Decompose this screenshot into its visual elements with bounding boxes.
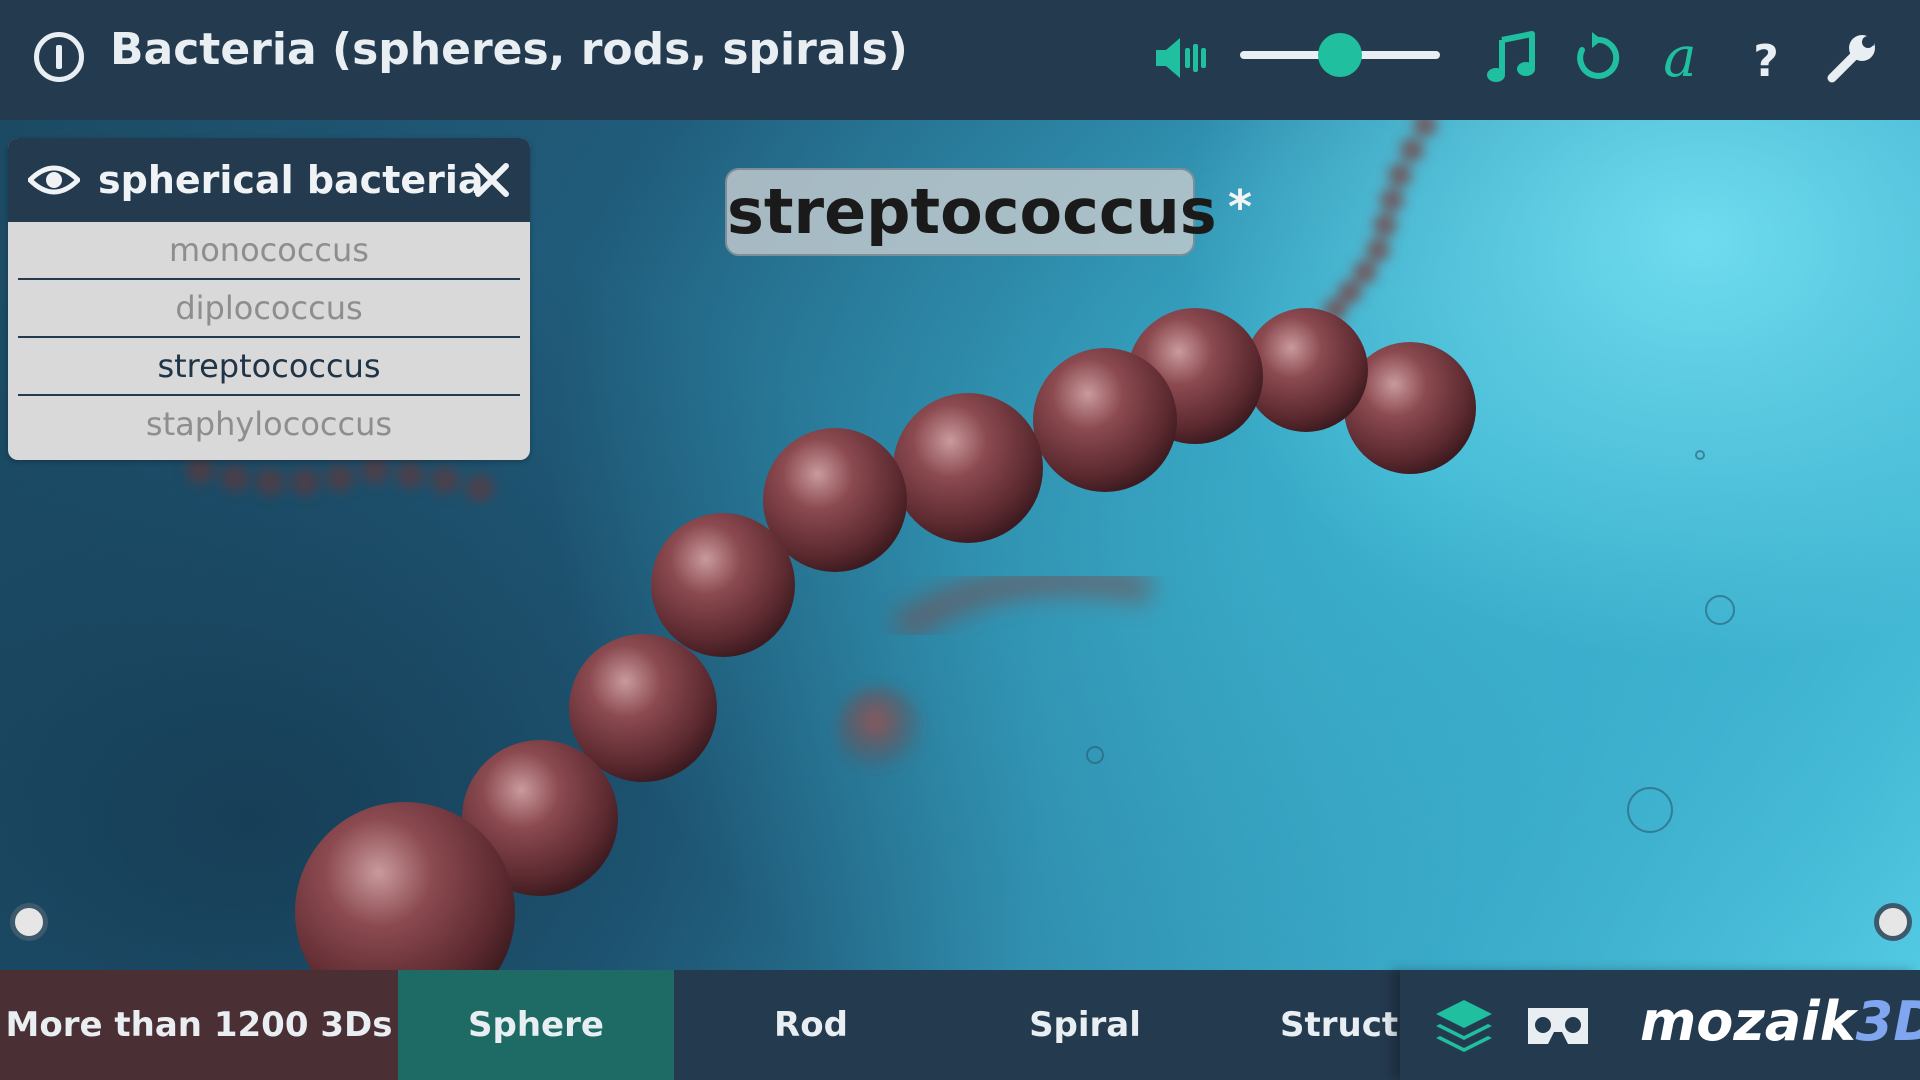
panel-item-staphylococcus[interactable]: staphylococcus [18,396,520,452]
left-handle-dot[interactable] [10,903,48,941]
bacteria-type-panel: spherical bacteria monococcus diplococcu… [8,138,530,460]
brand-accent: 3D [1855,990,1920,1053]
power-icon[interactable] [34,32,84,82]
panel-item-diplococcus[interactable]: diplococcus [18,280,520,338]
svg-text:a: a [1663,30,1696,86]
eye-icon[interactable] [28,156,80,204]
volume-slider-knob[interactable] [1318,33,1362,77]
replay-icon[interactable] [1568,30,1624,86]
background-chain-left [186,456,494,502]
model-label-text: streptococcus [727,175,1217,248]
model-label[interactable]: streptococcus [725,168,1217,256]
mozaik3d-logo: mozaik3D [1640,990,1920,1053]
right-handle-dot[interactable] [1874,903,1912,941]
wrench-icon[interactable] [1824,30,1880,86]
panel-item-streptococcus[interactable]: streptococcus [18,338,520,396]
app-title: Bacteria (spheres, rods, spirals) [110,24,908,75]
tab-rod[interactable]: Rod [674,970,948,1080]
help-icon[interactable]: ? [1738,30,1794,86]
label-marker[interactable]: * [1228,180,1252,234]
panel-list: monococcus diplococcus streptococcus sta… [8,222,530,452]
panel-item-monococcus[interactable]: monococcus [18,222,520,280]
more-3ds-button[interactable]: More than 1200 3Ds [0,970,398,1080]
top-bar: Bacteria (spheres, rods, spirals) a ? [0,0,1920,120]
volume-icon[interactable] [1152,30,1208,86]
tab-spiral[interactable]: Spiral [948,970,1222,1080]
brand-main: mozaik [1640,990,1856,1053]
tab-sphere[interactable]: Sphere [398,970,674,1080]
background-rod-bacterium [891,566,1153,643]
layers-icon[interactable] [1432,998,1496,1058]
bottom-bar: More than 1200 3Ds Sphere Rod Spiral Str… [0,970,1920,1080]
svg-text:?: ? [1753,36,1779,86]
panel-header: spherical bacteria [8,138,530,222]
tab-structure[interactable]: Structu [1222,970,1400,1080]
music-icon[interactable] [1484,30,1540,86]
font-icon[interactable]: a [1652,30,1708,86]
panel-title: spherical bacteria [98,158,484,202]
background-chain-top [1323,120,1437,322]
close-icon[interactable] [470,158,514,202]
vr-headset-icon[interactable] [1524,1004,1592,1048]
background-coccus [836,686,924,774]
